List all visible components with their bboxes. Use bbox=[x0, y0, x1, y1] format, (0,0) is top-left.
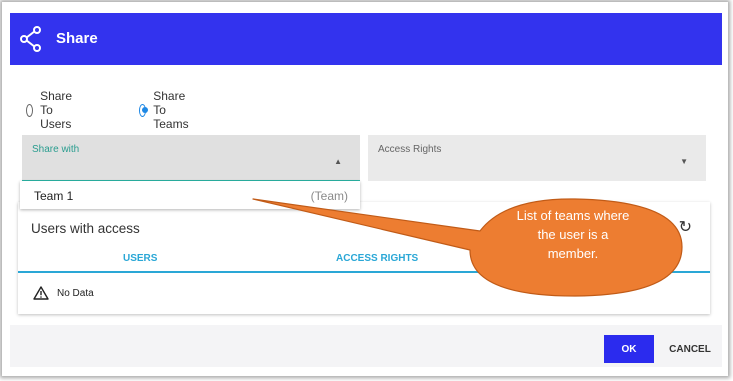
callout-line: member. bbox=[547, 246, 599, 261]
callout-line: List of teams where bbox=[516, 208, 630, 223]
callout-text: List of teams where the user is a member… bbox=[488, 206, 658, 263]
callout-annotation bbox=[252, 198, 683, 297]
callout-line: the user is a bbox=[537, 227, 609, 242]
